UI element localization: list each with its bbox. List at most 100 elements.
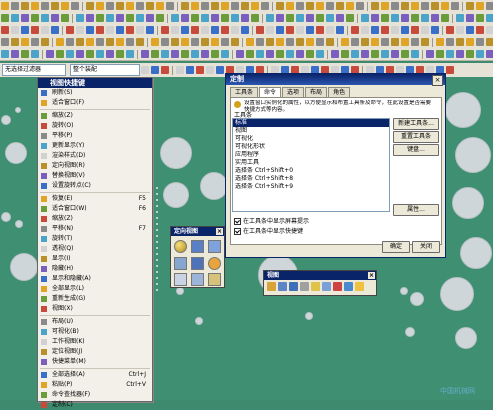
- toolbar-icon[interactable]: [426, 50, 434, 58]
- toolbar-icon[interactable]: [41, 26, 49, 34]
- toolbar-icon[interactable]: [21, 50, 29, 58]
- toolbar-icon[interactable]: [341, 50, 349, 58]
- toolbar-icon[interactable]: [246, 38, 254, 46]
- toolbar-icon[interactable]: [96, 50, 104, 58]
- top-view-icon[interactable]: [174, 257, 187, 270]
- toolbar-icon[interactable]: [151, 38, 159, 46]
- toolbar-icon[interactable]: [391, 50, 399, 58]
- list-item[interactable]: 标准: [233, 119, 389, 127]
- toolbar-icon[interactable]: [256, 50, 264, 58]
- toolbar-icon[interactable]: [96, 26, 104, 34]
- toolbar-icon[interactable]: [486, 38, 493, 46]
- toolbar-icon[interactable]: [286, 26, 294, 34]
- toolbar-icon[interactable]: [286, 38, 294, 46]
- toolbar-icon[interactable]: [171, 50, 179, 58]
- view-tool-icon[interactable]: [311, 282, 320, 291]
- toolbar-icon[interactable]: [96, 2, 104, 10]
- show-shortcuts-checkbox[interactable]: 在工具条中显示快捷键: [234, 226, 303, 235]
- toolbar-icon[interactable]: [371, 2, 379, 10]
- shaded-sphere-icon[interactable]: [174, 240, 187, 253]
- toolbar-icon[interactable]: [476, 2, 484, 10]
- toolbar-icon[interactable]: [326, 2, 334, 10]
- toolbar-icon[interactable]: [286, 50, 294, 58]
- toolbar-icon[interactable]: [431, 2, 439, 10]
- toolbar-icon[interactable]: [306, 26, 314, 34]
- toolbar-icon[interactable]: [391, 38, 399, 46]
- toolbar-icon[interactable]: [161, 38, 169, 46]
- toolbar-icon[interactable]: [161, 66, 169, 74]
- toolbar-icon[interactable]: [11, 2, 19, 10]
- toolbar-icon[interactable]: [486, 14, 493, 22]
- toolbar-icon[interactable]: [1, 2, 9, 10]
- view-tool-icon[interactable]: [289, 282, 298, 291]
- toolbar-icon[interactable]: [316, 14, 324, 22]
- toolbar-icon[interactable]: [51, 2, 59, 10]
- ok-button[interactable]: 确定: [382, 241, 410, 253]
- toolbar-icon[interactable]: [256, 26, 264, 34]
- context-menu-item[interactable]: 透视(Q): [38, 244, 152, 254]
- toolbar-icon[interactable]: [351, 26, 359, 34]
- toolbar-icon[interactable]: [181, 2, 189, 10]
- toolbar-icon[interactable]: [76, 38, 84, 46]
- close-icon[interactable]: ×: [432, 75, 443, 86]
- list-item[interactable]: 应用程序: [233, 151, 389, 159]
- context-menu-item[interactable]: 缩放(Z): [38, 214, 152, 224]
- toolbar-icon[interactable]: [221, 26, 229, 34]
- context-menu-item[interactable]: 定制(C): [38, 400, 152, 410]
- toolbar-icon[interactable]: [391, 26, 399, 34]
- context-menu-item[interactable]: 适合窗口(W) F6: [38, 204, 152, 214]
- toolbar-icon[interactable]: [476, 14, 484, 22]
- toolbar-icon[interactable]: [86, 50, 94, 58]
- toolbar-icon[interactable]: [86, 14, 94, 22]
- toolbar-icon[interactable]: [96, 14, 104, 22]
- list-item[interactable]: 选择条 Ctrl+Shift+8: [233, 175, 389, 183]
- toolbar-icon[interactable]: [421, 38, 429, 46]
- toolbar-icon[interactable]: [456, 14, 464, 22]
- toolbar-icon[interactable]: [116, 14, 124, 22]
- context-menu-item[interactable]: 更新显示(Y): [38, 141, 152, 151]
- toolbar-icon[interactable]: [196, 66, 204, 74]
- toolbar-icon[interactable]: [466, 2, 474, 10]
- toolbar-icon[interactable]: [266, 14, 274, 22]
- toolbar-icon[interactable]: [201, 38, 209, 46]
- toolbar-icon[interactable]: [446, 26, 454, 34]
- context-menu-item[interactable]: 缩放(Z): [38, 111, 152, 121]
- toolbar-icon[interactable]: [1, 14, 9, 22]
- toolbar-icon[interactable]: [276, 26, 284, 34]
- toolbar-icon[interactable]: [156, 14, 164, 22]
- toolbar-icon[interactable]: [326, 14, 334, 22]
- list-item[interactable]: 选择条 Ctrl+Shift+0: [233, 167, 389, 175]
- toolbar-icon[interactable]: [441, 2, 449, 10]
- toolbar-icon[interactable]: [266, 26, 274, 34]
- toolbar-icon[interactable]: [76, 26, 84, 34]
- toolbar-icon[interactable]: [431, 26, 439, 34]
- toolbar-icon[interactable]: [151, 50, 159, 58]
- toolbar-icon[interactable]: [486, 50, 493, 58]
- show-tooltips-checkbox[interactable]: 在工具条中显示屏幕提示: [234, 216, 309, 225]
- floating-toolbar-title[interactable]: 视图 ×: [264, 271, 376, 280]
- toolbar-icon[interactable]: [251, 14, 259, 22]
- toolbar-icon[interactable]: [41, 38, 49, 46]
- toolbar-icon[interactable]: [1, 50, 9, 58]
- toolbar-icon[interactable]: [361, 50, 369, 58]
- toolbar-icon[interactable]: [296, 2, 304, 10]
- toolbar-icon[interactable]: [31, 50, 39, 58]
- toolbar-icon[interactable]: [466, 14, 474, 22]
- toolbar-icon[interactable]: [21, 2, 29, 10]
- close-icon[interactable]: ×: [216, 228, 223, 235]
- toolbar-icon[interactable]: [11, 38, 19, 46]
- toolbar-icon[interactable]: [381, 26, 389, 34]
- toolbar-icon[interactable]: [261, 2, 269, 10]
- toolbar-icon[interactable]: [221, 2, 229, 10]
- toolbar-icon[interactable]: [41, 2, 49, 10]
- toolbar-icon[interactable]: [136, 38, 144, 46]
- toolbar-icon[interactable]: [146, 26, 154, 34]
- toolbar-icon[interactable]: [231, 14, 239, 22]
- properties-button[interactable]: 属性...: [393, 204, 439, 216]
- context-menu-item[interactable]: 隐藏(H): [38, 264, 152, 274]
- context-menu-item[interactable]: 适合窗口(F): [38, 98, 152, 108]
- toolbar-icon[interactable]: [61, 14, 69, 22]
- close-button[interactable]: 关闭: [412, 241, 440, 253]
- view-tool-icon[interactable]: [344, 282, 353, 291]
- view-tool-icon[interactable]: [355, 282, 364, 291]
